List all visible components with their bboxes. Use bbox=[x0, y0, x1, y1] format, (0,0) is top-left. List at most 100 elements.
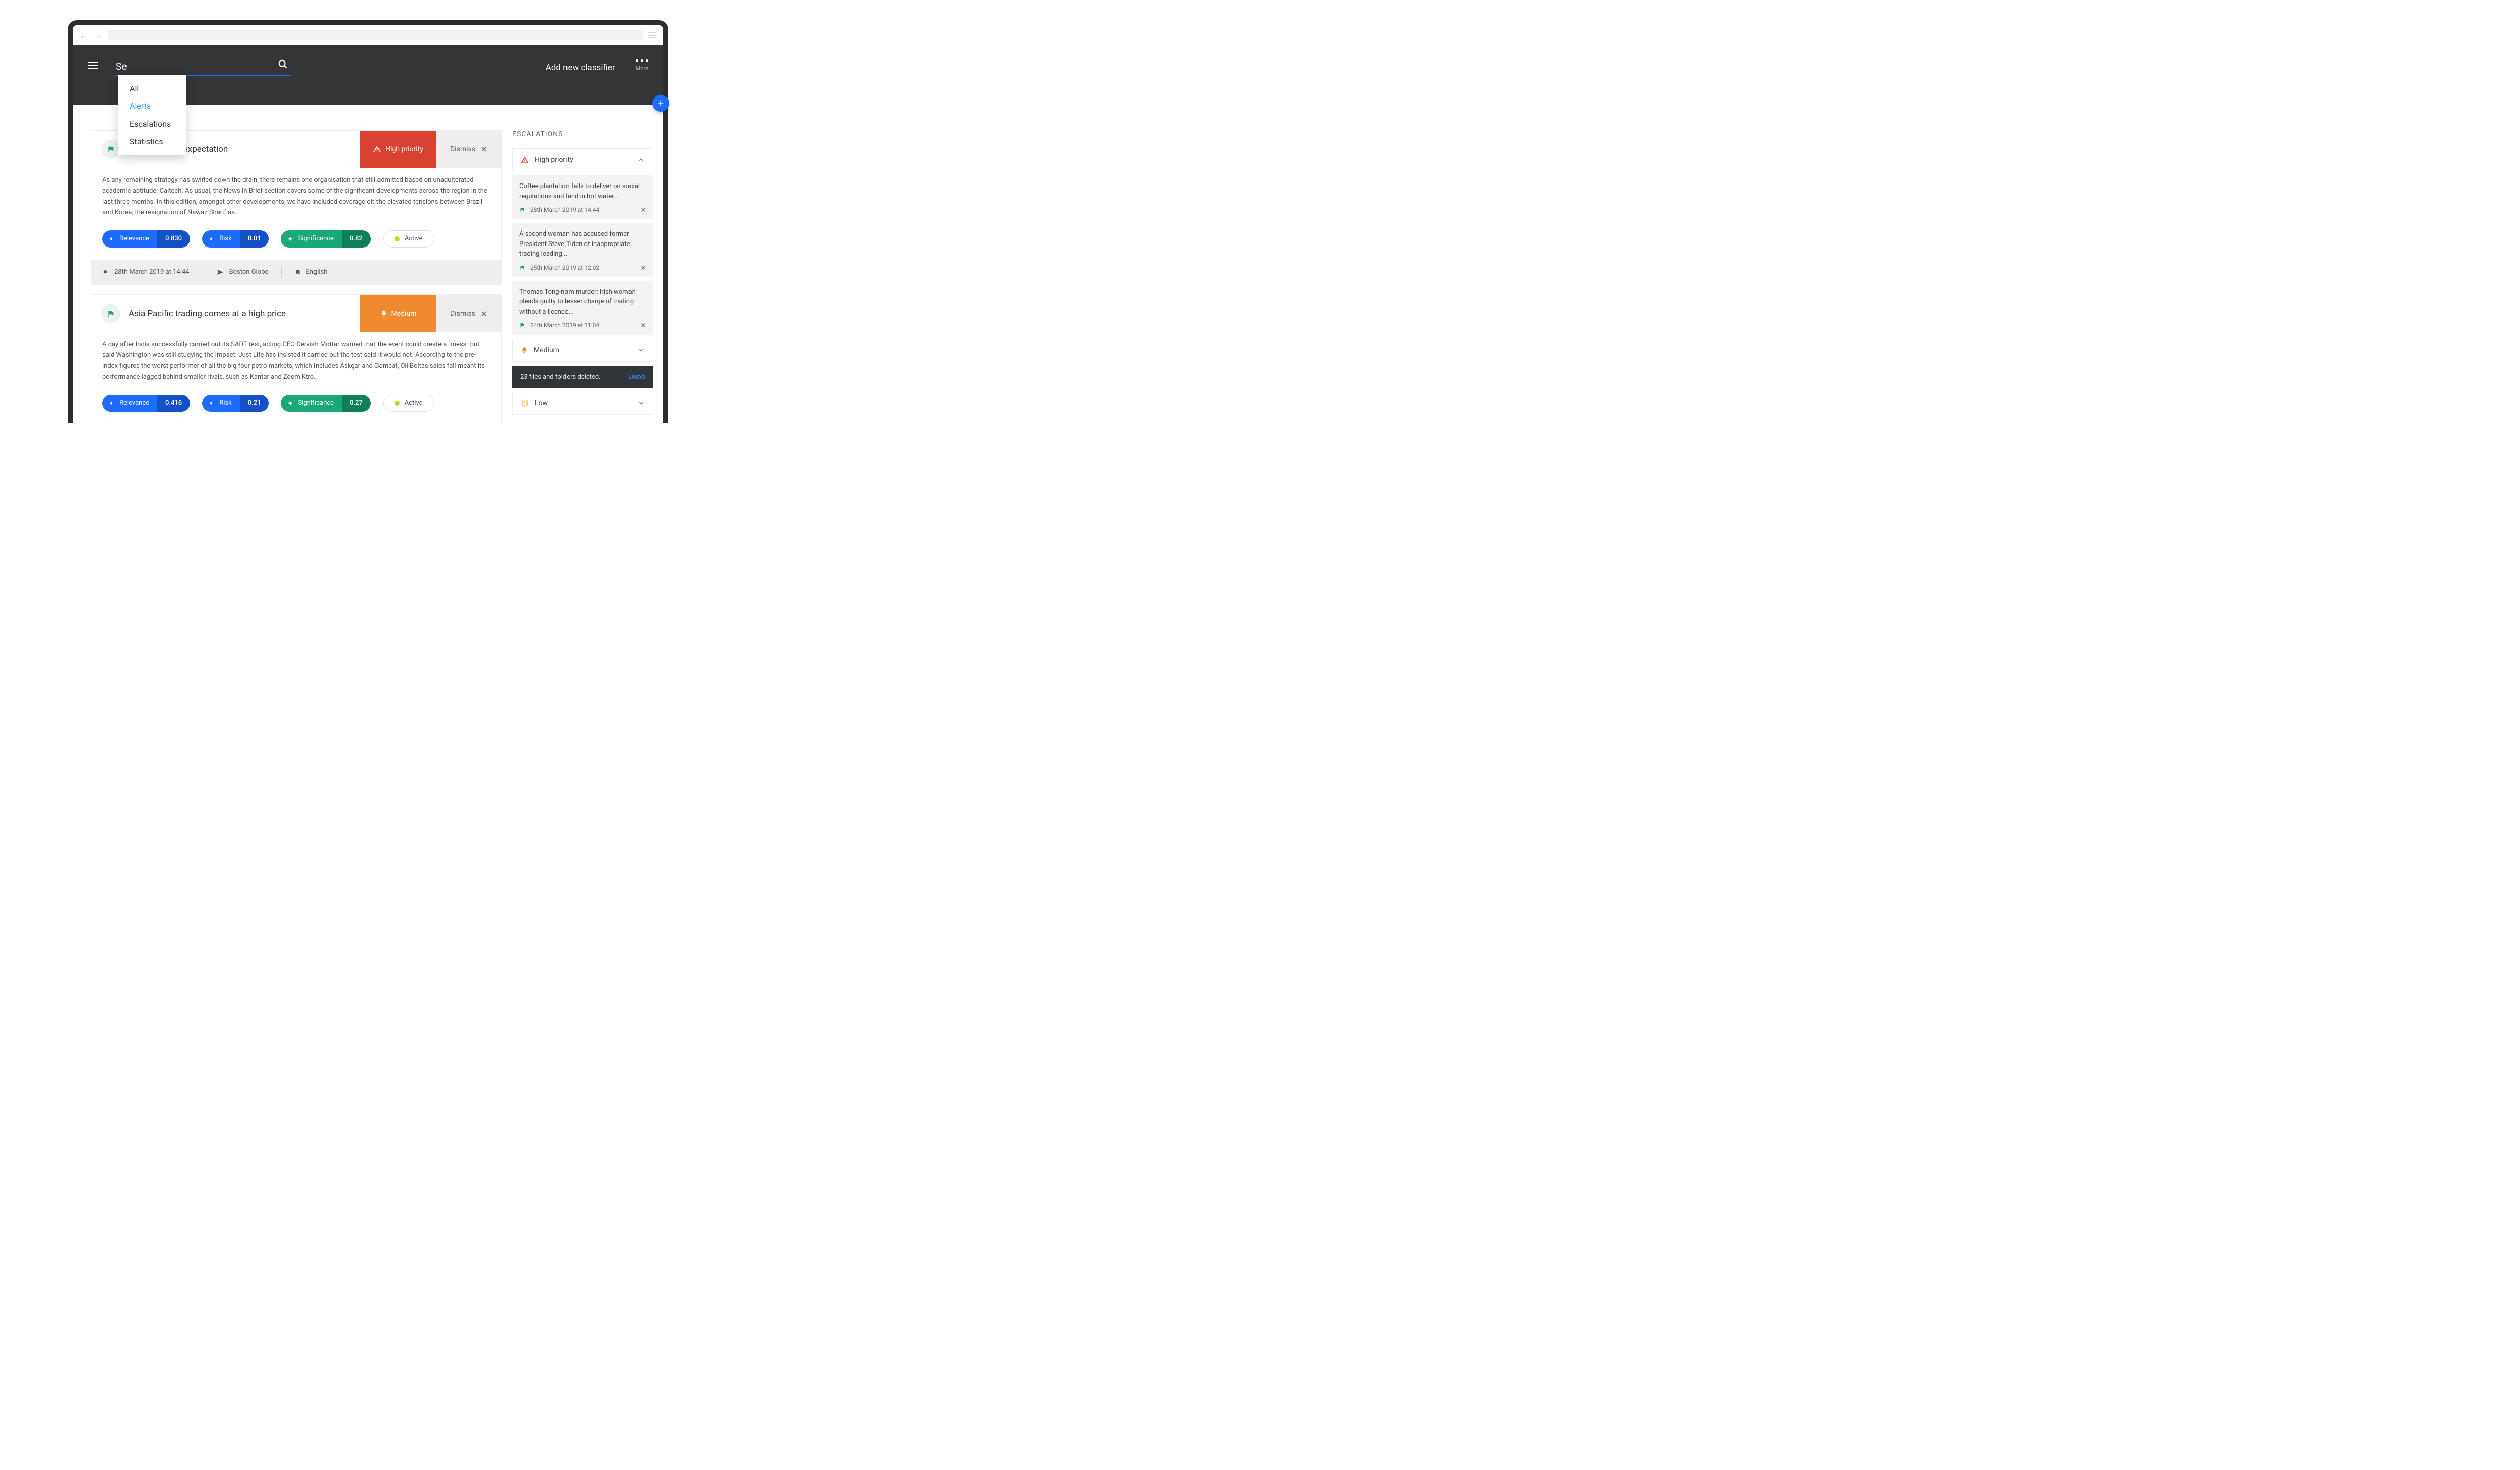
search-filter-dropdown: All Alerts Escalations Statistics bbox=[118, 75, 186, 155]
more-icon bbox=[636, 59, 648, 62]
relevance-metric[interactable]: Relevance 0.416 bbox=[102, 395, 190, 412]
relevance-value: 0.416 bbox=[157, 395, 190, 412]
metrics-row: Relevance 0.416 Risk 0.21 Significance 0… bbox=[91, 385, 501, 424]
escalation-meta: 24th March 2019 at 11:04 bbox=[519, 322, 646, 329]
search-field-wrap bbox=[115, 59, 291, 76]
escalation-text: Coffee plantation fails to deliver on so… bbox=[519, 181, 646, 201]
metric-label-text: Relevance bbox=[119, 235, 149, 242]
card-footer: 28th March 2019 at 14:44 Boston Globe En… bbox=[91, 260, 501, 285]
add-classifier-fab[interactable] bbox=[652, 95, 669, 112]
dismiss-button[interactable]: Dismiss bbox=[436, 295, 501, 332]
escalation-date: 25th March 2019 at 12:02 bbox=[530, 264, 599, 271]
metric-label-text: Risk bbox=[219, 235, 231, 242]
flag-icon bbox=[519, 207, 525, 213]
alert-title: Asia Pacific trading comes at a high pri… bbox=[129, 309, 286, 319]
priority-badge-high: High priority bbox=[360, 131, 436, 168]
metric-label-text: Significance bbox=[298, 235, 333, 242]
relevance-value: 0.830 bbox=[157, 230, 190, 248]
metric-label-text: Relevance bbox=[119, 399, 149, 407]
metrics-row: Relevance 0.830 Risk 0.01 Significance 0… bbox=[91, 220, 501, 260]
more-menu[interactable]: More bbox=[636, 59, 648, 72]
dismiss-button[interactable]: Dismiss bbox=[436, 131, 501, 168]
dropdown-item-alerts[interactable]: Alerts bbox=[118, 97, 186, 115]
metric-label-text: Risk bbox=[219, 399, 231, 407]
escalation-item[interactable]: A second woman has accused former Presid… bbox=[512, 223, 653, 277]
plus-icon bbox=[657, 99, 665, 107]
divider bbox=[281, 267, 282, 278]
status-pill: Active bbox=[383, 230, 434, 248]
escalation-text: A second woman has accused former Presid… bbox=[519, 229, 646, 259]
send-icon bbox=[216, 269, 224, 276]
flag-icon bbox=[102, 269, 109, 276]
bookmark-icon bbox=[295, 269, 301, 276]
relevance-metric[interactable]: Relevance 0.830 bbox=[102, 230, 190, 248]
escalation-group-medium[interactable]: Medium bbox=[512, 339, 653, 362]
significance-value: 0.82 bbox=[342, 230, 371, 248]
close-icon bbox=[480, 310, 487, 317]
status-dot-icon bbox=[395, 236, 400, 241]
group-label: Medium bbox=[534, 346, 559, 354]
status-dot-icon bbox=[395, 401, 400, 406]
dropdown-item-all[interactable]: All bbox=[118, 80, 186, 97]
footer-date: 28th March 2019 at 14:44 bbox=[102, 268, 190, 276]
search-input[interactable] bbox=[115, 59, 291, 76]
clock-icon bbox=[521, 399, 529, 407]
escalation-item[interactable]: Thomas Tong-nam murder: Irish woman plea… bbox=[512, 281, 653, 335]
dismiss-label: Dismiss bbox=[450, 310, 475, 318]
footer-source-text: Boston Globe bbox=[229, 268, 269, 276]
dropdown-item-statistics[interactable]: Statistics bbox=[118, 133, 186, 150]
significance-metric[interactable]: Significance 0.82 bbox=[281, 230, 370, 248]
significance-value: 0.27 bbox=[342, 395, 371, 412]
search-icon[interactable] bbox=[277, 58, 288, 70]
header-right: Add new classifier More bbox=[546, 59, 648, 73]
priority-label: High priority bbox=[385, 145, 423, 153]
alert-body: As any remaining strategy has swirled do… bbox=[91, 168, 501, 220]
significance-metric[interactable]: Significance 0.27 bbox=[281, 395, 370, 412]
browser-menu-icon[interactable] bbox=[648, 32, 656, 38]
forward-arrow-icon[interactable]: → bbox=[94, 30, 103, 41]
status-label: Active bbox=[405, 235, 423, 242]
volume-icon bbox=[209, 236, 215, 242]
escalation-group-low[interactable]: Low bbox=[512, 392, 653, 415]
risk-metric[interactable]: Risk 0.01 bbox=[202, 230, 269, 248]
volume-icon bbox=[109, 400, 115, 406]
escalation-meta: 28th March 2019 at 14:44 bbox=[519, 206, 646, 213]
metric-label-text: Significance bbox=[298, 399, 333, 407]
status-pill: Active bbox=[383, 395, 434, 412]
more-label: More bbox=[636, 65, 648, 72]
risk-value: 0.01 bbox=[240, 230, 269, 248]
warning-icon bbox=[373, 145, 381, 153]
escalations-heading: ESCALATIONS bbox=[512, 130, 653, 138]
bell-icon bbox=[380, 310, 387, 318]
escalation-text: Thomas Tong-nam murder: Irish woman plea… bbox=[519, 287, 646, 317]
alert-card: Asia Pacific trading comes at a high pri… bbox=[91, 294, 502, 423]
add-classifier-label: Add new classifier bbox=[546, 63, 615, 73]
hamburger-icon[interactable] bbox=[88, 62, 98, 69]
escalation-meta: 25th March 2019 at 12:02 bbox=[519, 264, 646, 271]
undo-button[interactable]: UNDO bbox=[629, 374, 645, 381]
dismiss-escalation-button[interactable] bbox=[640, 322, 646, 328]
escalation-group-high[interactable]: High priority bbox=[512, 148, 653, 171]
risk-value: 0.21 bbox=[240, 395, 269, 412]
escalations-column: ESCALATIONS High priority Coffee plantat… bbox=[512, 105, 663, 423]
status-label: Active bbox=[405, 399, 423, 407]
dropdown-item-escalations[interactable]: Escalations bbox=[118, 115, 186, 133]
escalation-date: 24th March 2019 at 11:04 bbox=[530, 322, 599, 329]
footer-language: English bbox=[295, 268, 327, 276]
escalation-item[interactable]: Coffee plantation fails to deliver on so… bbox=[512, 175, 653, 219]
url-bar[interactable] bbox=[108, 30, 643, 40]
chevron-up-icon bbox=[638, 156, 645, 163]
alert-body: A day after India successfully carried o… bbox=[91, 332, 501, 385]
dismiss-escalation-button[interactable] bbox=[640, 265, 646, 271]
group-label: Low bbox=[535, 399, 548, 407]
volume-icon bbox=[209, 400, 215, 406]
priority-badge-medium: Medium bbox=[360, 295, 436, 332]
dismiss-escalation-button[interactable] bbox=[640, 207, 646, 213]
undo-toast: 23 files and folders deleted. UNDO bbox=[512, 366, 653, 388]
footer-language-text: English bbox=[306, 268, 327, 276]
flag-icon bbox=[101, 140, 120, 159]
volume-icon bbox=[288, 236, 294, 242]
bell-icon bbox=[521, 346, 528, 354]
risk-metric[interactable]: Risk 0.21 bbox=[202, 395, 269, 412]
back-arrow-icon[interactable]: ← bbox=[80, 30, 89, 41]
